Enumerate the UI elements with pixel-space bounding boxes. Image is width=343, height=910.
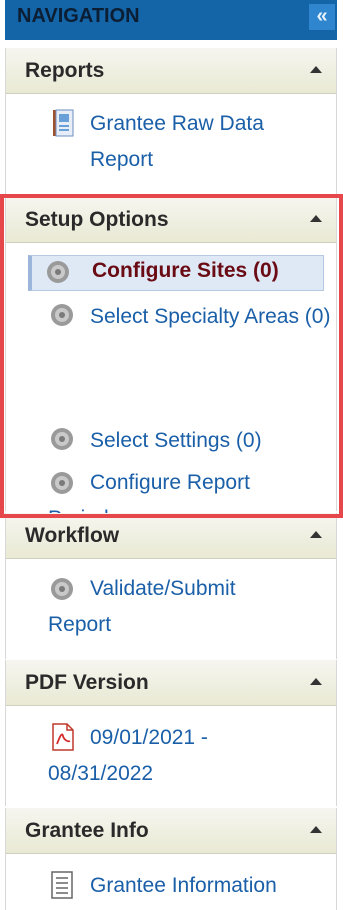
gear-icon [47,261,69,283]
section-pdf-version: PDF Version 09/01/2021 - 08/31/2022 [5,660,337,806]
section-header-pdf-version[interactable]: PDF Version [6,660,336,706]
section-workflow: Workflow Validate/Submit Report [5,513,337,659]
section-header-grantee-info[interactable]: Grantee Info [6,808,336,854]
nav-item-label[interactable]: Configure Sites (0) [92,259,279,283]
section-title-grantee-info: Grantee Info [25,819,149,842]
document-icon [51,871,73,899]
nav-item-grantee-information[interactable]: Grantee Information [6,868,326,908]
collapse-arrow-icon[interactable] [310,531,322,538]
section-body-workflow: Validate/Submit Report [6,559,336,659]
section-header-workflow[interactable]: Workflow [6,513,336,559]
nav-item-label[interactable]: Select Specialty Areas (0) [48,299,333,335]
section-body-grantee-info: Grantee Information [6,854,336,910]
collapse-arrow-icon[interactable] [310,826,322,833]
nav-item-configure-sites[interactable]: Configure Sites (0) [28,255,324,291]
section-title-setup-options: Setup Options [25,208,169,231]
section-setup-options: Setup Options Configure Sites (0) Select… [5,197,337,530]
nav-item-label[interactable]: Select Settings (0) [90,423,262,459]
nav-item-validate-submit-report[interactable]: Validate/Submit Report [6,571,326,645]
gear-icon [51,428,73,450]
nav-item-select-specialty-areas[interactable]: Select Specialty Areas (0) [6,299,330,373]
section-title-workflow: Workflow [25,524,120,547]
navigation-title: NAVIGATION [17,5,140,27]
collapse-arrow-icon[interactable] [310,215,322,222]
section-title-reports: Reports [25,59,105,82]
collapse-arrow-icon[interactable] [310,678,322,685]
section-title-pdf-version: PDF Version [25,671,149,694]
nav-item-label[interactable]: Grantee Information [90,868,277,904]
section-grantee-info: Grantee Info Grantee Information [5,808,337,910]
nav-item-label[interactable]: Grantee Raw Data Report [90,106,320,178]
section-body-pdf-version: 09/01/2021 - 08/31/2022 [6,706,336,806]
report-book-icon [53,109,74,137]
nav-item-select-settings[interactable]: Select Settings (0) [6,428,326,467]
collapse-arrow-icon[interactable] [310,66,322,73]
double-chevron-left-icon[interactable]: « [309,4,335,30]
section-reports: Reports Grantee Raw Data Report [5,48,337,194]
nav-item-label[interactable]: Validate/Submit Report [48,571,278,643]
navigation-header: NAVIGATION « [5,0,337,40]
nav-item-pdf-2021-2022[interactable]: 09/01/2021 - 08/31/2022 [6,720,326,794]
section-header-reports[interactable]: Reports [6,48,336,94]
section-body-setup-options: Configure Sites (0) Select Specialty Are… [6,243,336,530]
nav-item-label[interactable]: 09/01/2021 - 08/31/2022 [48,720,288,792]
section-header-setup-options[interactable]: Setup Options [6,197,336,243]
section-body-reports: Grantee Raw Data Report [6,94,336,194]
